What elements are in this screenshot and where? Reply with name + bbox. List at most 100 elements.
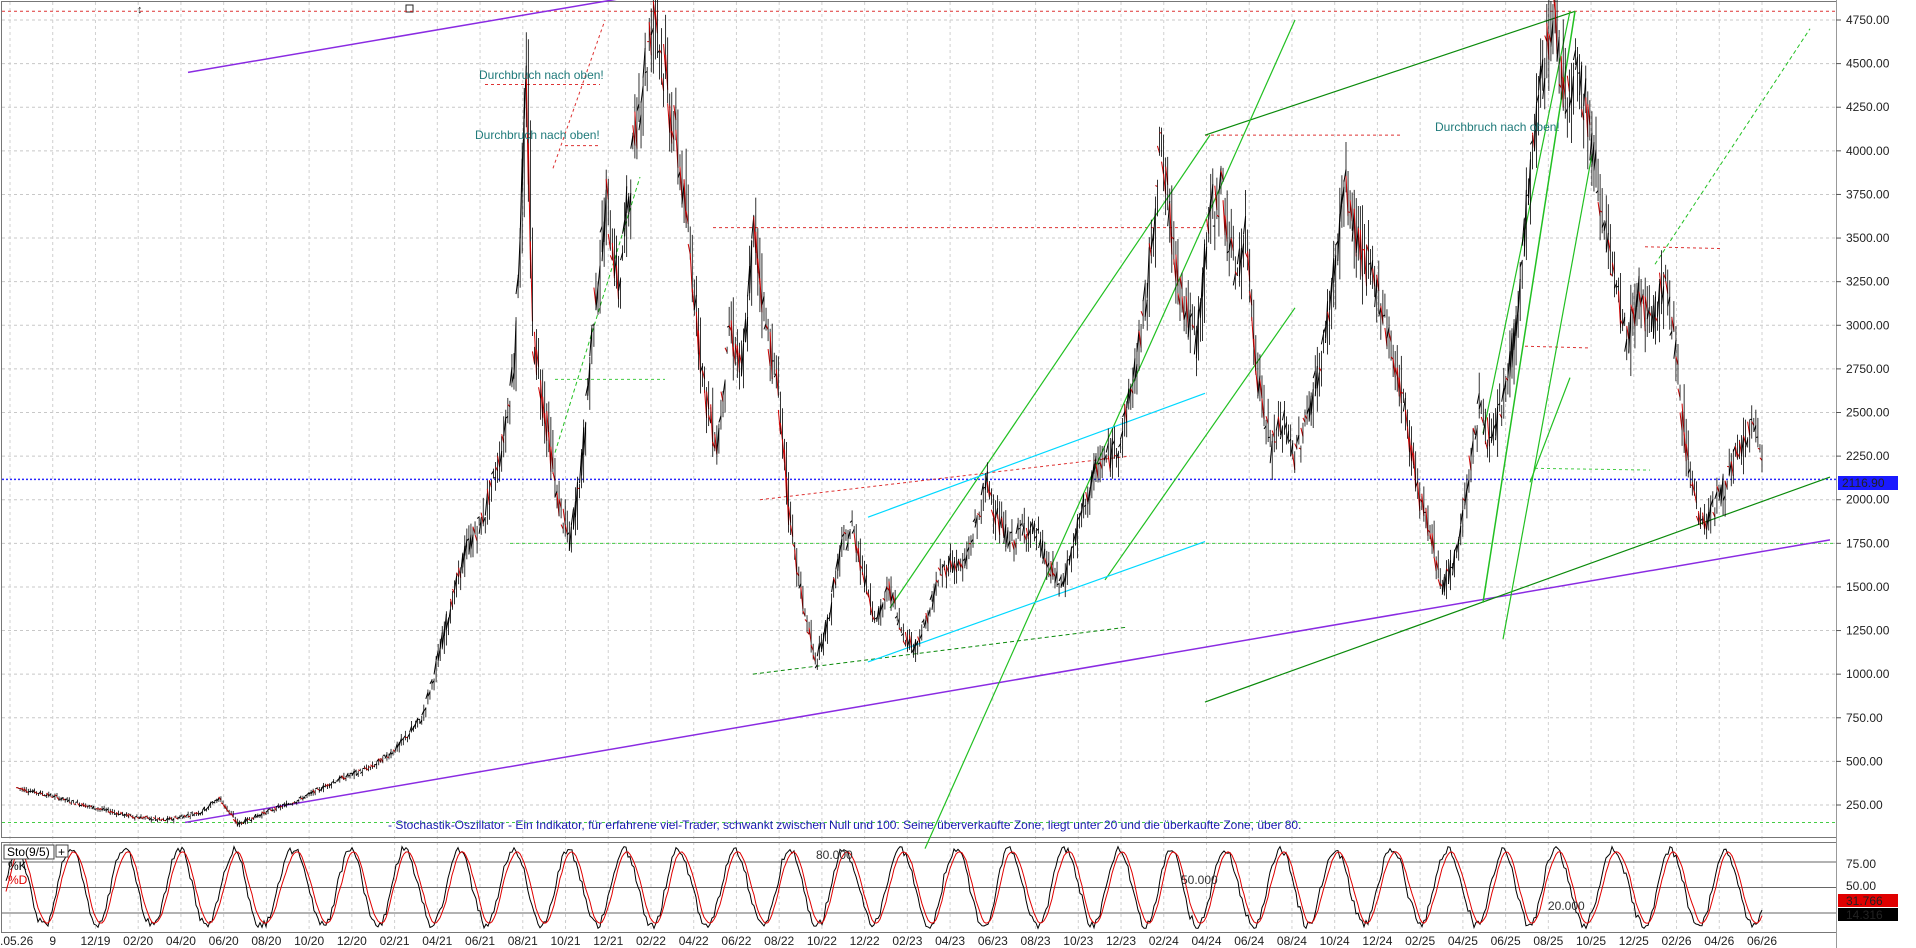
x-tick-label: 12/25	[1619, 934, 1649, 948]
x-tick-label: 12/22	[850, 934, 880, 948]
grid	[2, 2, 1836, 932]
resistance-2880-line	[1524, 345, 1591, 349]
x-tick-label: 18.05.26	[0, 934, 34, 948]
green-channel-2	[889, 134, 1211, 609]
x-tick-label: 04/25	[1448, 934, 1478, 948]
x-tick-label: 04/21	[422, 934, 452, 948]
cyan-upper	[867, 392, 1206, 518]
x-tick-label: 06/20	[209, 934, 239, 948]
y-tick-label: 1500.00	[1846, 580, 1890, 594]
stochastic-k-value: 14.316	[1846, 908, 1883, 922]
x-tick-label: 02/25	[1405, 934, 1435, 948]
x-tick-label: 02/23	[892, 934, 922, 948]
y-tick-label: 1000.00	[1846, 667, 1890, 681]
y-axis: 250.00 500.00 750.00 1000.00 1250.00 1500.00 1…	[1836, 13, 1890, 812]
stochastic-level-50: 50.000	[1181, 873, 1218, 887]
green-dashed-2021	[554, 176, 641, 453]
stochastic-title: Sto(9/5)	[7, 845, 50, 859]
red-dashed-diagonal	[759, 455, 1131, 501]
cyan-lower	[867, 541, 1206, 663]
support-2180-line	[1534, 467, 1651, 471]
annotation-breakout-3: Durchbruch nach oben!	[1435, 120, 1560, 134]
x-tick-label: 06/21	[465, 934, 495, 948]
stochastic-oscillator	[2, 845, 1836, 930]
annotation-breakout-2: Durchbruch nach oben!	[475, 128, 600, 142]
x-tick-label: 06/25	[1491, 934, 1521, 948]
y-tick-label: 4250.00	[1846, 100, 1890, 114]
y-tick-label: 250.00	[1846, 798, 1883, 812]
y-tick-label: 4750.00	[1846, 13, 1890, 27]
y-tick-label: 1250.00	[1846, 624, 1890, 638]
x-tick-label: 06/26	[1747, 934, 1777, 948]
y-tick-label: 2250.00	[1846, 449, 1890, 463]
main-panel-frame	[1, 1, 1837, 838]
green-channel-1	[924, 19, 1296, 849]
x-tick-label: 08/24	[1277, 934, 1307, 948]
y-tick-label: 3000.00	[1846, 318, 1890, 332]
x-tick-label: 06/23	[978, 934, 1008, 948]
y-tick-label: 750.00	[1846, 711, 1883, 725]
x-tick-label: 02/22	[636, 934, 666, 948]
y-tick-label: 4500.00	[1846, 57, 1890, 71]
stochastic-d-value: 31.766	[1846, 894, 1883, 908]
y-tick-label: 4000.00	[1846, 144, 1890, 158]
darkgreen-trend-upper	[1204, 10, 1576, 136]
stock-chart: ↕ Durchbruch nach oben! Durchbruch nach …	[0, 0, 1898, 948]
x-tick-label: 02/20	[123, 934, 153, 948]
x-tick-label: 04/20	[166, 934, 196, 948]
x-tick-label: 06/22	[721, 934, 751, 948]
trend-lines	[184, 0, 1831, 849]
y-tick-label: 2000.00	[1846, 493, 1890, 507]
resistance-3450-line	[1644, 246, 1721, 250]
x-tick-label: 08/23	[1021, 934, 1051, 948]
x-tick-label: 08/21	[508, 934, 538, 948]
x-tick-label: 12/19	[80, 934, 110, 948]
x-tick-label: 08/25	[1533, 934, 1563, 948]
x-tick-label: 10/20	[294, 934, 324, 948]
stochastic-d-label: %D	[8, 873, 28, 887]
y-tick-label: 500.00	[1846, 754, 1883, 768]
annotation-stochastic-note: - Stochastik-Oszillator - Ein Indikator,…	[388, 818, 1301, 832]
y-tick-label: 3750.00	[1846, 187, 1890, 201]
x-tick-label: 10/21	[550, 934, 580, 948]
green-short-4	[1529, 377, 1571, 483]
x-tick-label: 12/20	[337, 934, 367, 948]
x-tick-label: 04/26	[1704, 934, 1734, 948]
resize-handle-icon[interactable]: ↕	[137, 4, 143, 16]
darkgreen-trend-lower	[1204, 476, 1831, 703]
horizontal-lines	[2, 10, 1836, 823]
x-tick-label: 06/24	[1234, 934, 1264, 948]
x-axis: 18.05.26 9 12/19 02/20 04/20 06/20 08/20 10/20 1…	[0, 934, 1777, 948]
stochastic-k-label: %K	[8, 859, 27, 873]
x-tick-label: 10/22	[807, 934, 837, 948]
x-tick-label: 04/22	[679, 934, 709, 948]
x-tick-label: 08/20	[251, 934, 281, 948]
y-tick-label: 3500.00	[1846, 231, 1890, 245]
green-channel-3	[1104, 307, 1296, 581]
y-tick-label: 2500.00	[1846, 406, 1890, 420]
y-tick-label: 3250.00	[1846, 275, 1890, 289]
x-tick-label: 10/24	[1320, 934, 1350, 948]
stochastic-level-80: 80.000	[816, 848, 853, 862]
x-tick-label: 02/24	[1149, 934, 1179, 948]
plus-icon[interactable]: +	[58, 845, 65, 859]
x-tick-label: 12/23	[1106, 934, 1136, 948]
x-tick-label: 10/23	[1063, 934, 1093, 948]
stochastic-level-20: 20.000	[1548, 899, 1585, 913]
x-tick-label: 12/21	[593, 934, 623, 948]
x-tick-label: 12/24	[1362, 934, 1392, 948]
y-tick-label: 2750.00	[1846, 362, 1890, 376]
annotation-breakout-1: Durchbruch nach oben!	[479, 68, 604, 82]
x-tick-label: 9	[49, 934, 56, 948]
x-tick-label: 02/26	[1662, 934, 1692, 948]
stochastic-y-75: 75.00	[1846, 857, 1876, 871]
green-steep-2	[1502, 154, 1593, 640]
green-steep-1	[1482, 11, 1576, 603]
current-price-label: 2116.90	[1842, 476, 1885, 490]
x-tick-label: 08/22	[764, 934, 794, 948]
y-tick-label: 1750.00	[1846, 536, 1890, 550]
x-tick-label: 02/21	[380, 934, 410, 948]
stochastic-y-50: 50.00	[1846, 879, 1876, 893]
x-tick-label: 10/25	[1576, 934, 1606, 948]
x-tick-label: 04/24	[1191, 934, 1221, 948]
